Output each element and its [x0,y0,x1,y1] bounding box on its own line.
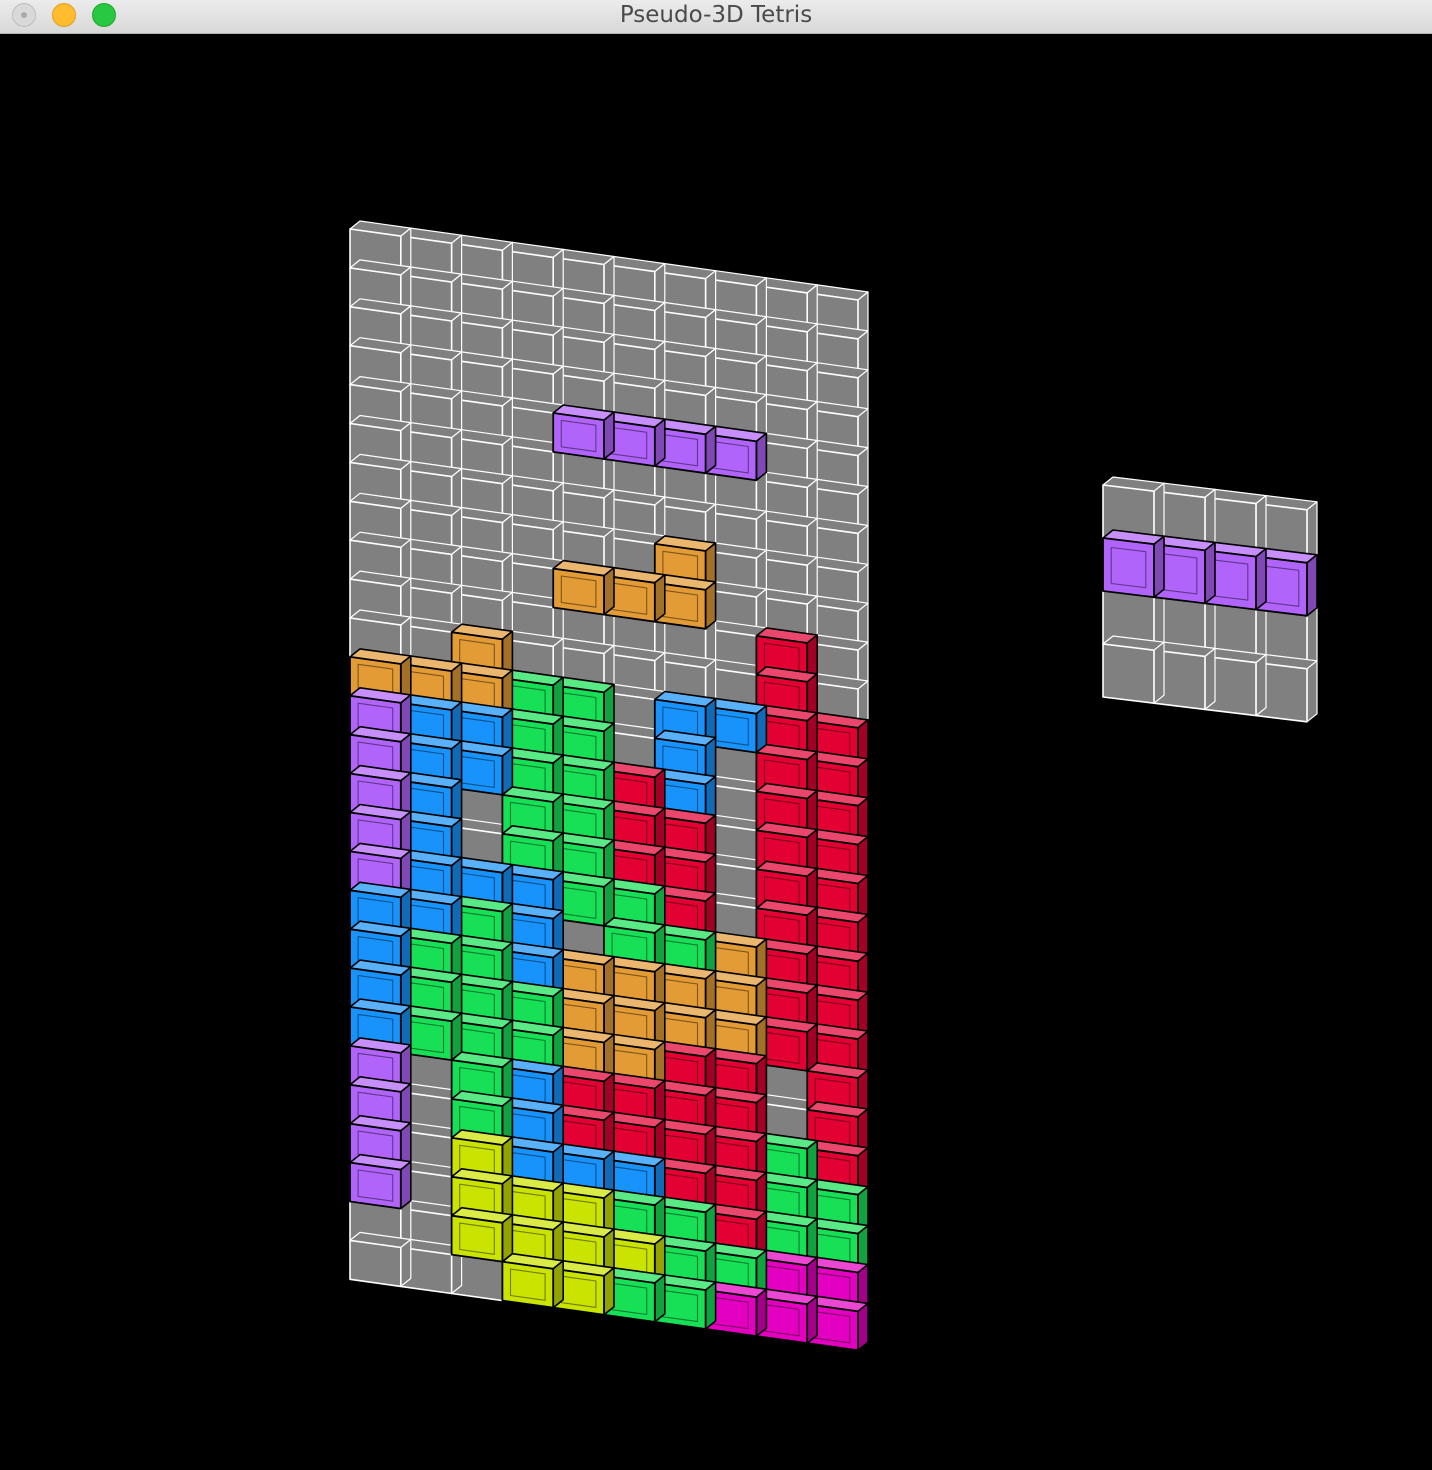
next-piece-preview [1102,476,1318,723]
block-side-face [653,1274,666,1323]
block-side-face [603,566,615,616]
block-side-face [704,581,717,630]
block-side-face [704,425,717,475]
block-side-face [755,432,768,482]
block-side-face [603,411,615,460]
empty-side-face [1204,647,1216,711]
empty-side-face [1306,660,1318,723]
empty-side-face [1255,653,1267,717]
block-side-face [1306,553,1318,617]
block-side-face [603,1267,615,1316]
game-window: Pseudo-3D Tetris [0,0,1432,1470]
block-cell [552,559,615,616]
block-side-face [704,1281,717,1330]
empty-cell [1102,635,1165,705]
block-side-face [1153,535,1165,599]
block-side-face [399,1160,412,1210]
block-cell [349,1153,412,1210]
empty-side-face [400,1238,412,1288]
empty-side-face [1153,641,1165,704]
empty-cell [349,1231,412,1288]
block-cell [552,404,615,460]
block-side-face [857,1302,869,1352]
block-side-face [806,1295,819,1344]
empty-front-face [349,1239,402,1288]
block-cell [450,1206,514,1263]
block-cell [1102,529,1165,599]
block-side-face [1255,547,1267,611]
block-side-face [653,418,666,467]
game-scene [349,220,1318,1352]
empty-front-face [1102,643,1155,705]
block-side-face [653,573,666,623]
block-cell [501,1252,565,1309]
playfield [349,220,869,1352]
block-side-face [1204,541,1216,605]
block-side-face [552,1260,565,1309]
block-side-face [755,1288,768,1337]
